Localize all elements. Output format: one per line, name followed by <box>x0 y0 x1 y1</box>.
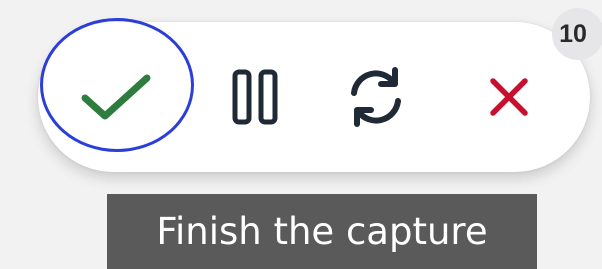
close-icon <box>490 78 528 116</box>
finish-capture-tooltip: Finish the capture <box>107 194 537 269</box>
count-badge: 10 <box>552 8 602 60</box>
finish-capture-button[interactable] <box>40 22 192 172</box>
checkmark-icon <box>81 74 151 120</box>
restart-capture-button[interactable] <box>334 22 418 172</box>
pause-capture-button[interactable] <box>210 22 300 172</box>
capture-toolbar <box>38 22 590 172</box>
cancel-capture-button[interactable] <box>474 22 544 172</box>
capture-controls: 10 Finish the capture <box>0 0 602 269</box>
refresh-icon <box>351 67 401 127</box>
pause-icon <box>232 69 278 125</box>
